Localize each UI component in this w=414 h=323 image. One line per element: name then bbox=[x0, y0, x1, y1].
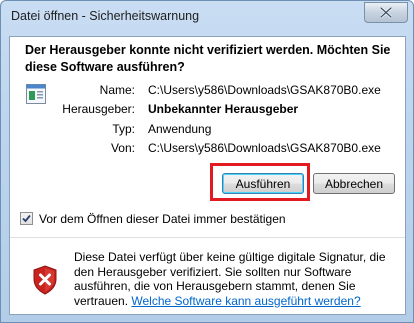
checkmark-icon bbox=[22, 214, 31, 223]
security-shield-warning-icon bbox=[33, 265, 57, 295]
security-warning-dialog: Datei öffnen - Sicherheitswarnung Der He… bbox=[0, 0, 414, 323]
from-label: Von: bbox=[110, 141, 135, 155]
name-value: C:\Users\y586\Downloads\GSAK870B0.exe bbox=[148, 83, 381, 97]
publisher-label: Herausgeber: bbox=[62, 102, 135, 116]
warning-heading: Der Herausgeber konnte nicht verifiziert… bbox=[25, 43, 391, 74]
which-software-link[interactable]: Welche Software kann ausgeführt werden? bbox=[131, 294, 360, 308]
warning-message: Diese Datei verfügt über keine gültige d… bbox=[74, 250, 396, 308]
from-value: C:\Users\y586\Downloads\GSAK870B0.exe bbox=[148, 141, 381, 155]
warning-panel: Diese Datei verfügt über keine gültige d… bbox=[10, 238, 405, 314]
name-label: Name: bbox=[99, 83, 135, 97]
close-button[interactable] bbox=[364, 2, 408, 23]
run-button[interactable]: Ausführen bbox=[222, 173, 304, 194]
dialog-content: Der Herausgeber konnte nicht verifiziert… bbox=[9, 36, 406, 315]
type-label: Typ: bbox=[112, 122, 135, 136]
title-bar[interactable]: Datei öffnen - Sicherheitswarnung bbox=[1, 1, 413, 37]
cancel-button[interactable]: Abbrechen bbox=[313, 173, 395, 194]
window-title: Datei öffnen - Sicherheitswarnung bbox=[11, 9, 200, 23]
close-icon bbox=[380, 7, 392, 18]
always-confirm-checkbox[interactable] bbox=[20, 212, 33, 225]
publisher-value: Unbekannter Herausgeber bbox=[148, 102, 299, 116]
always-confirm-label: Vor dem Öffnen dieser Datei immer bestät… bbox=[39, 212, 286, 226]
type-value: Anwendung bbox=[148, 122, 212, 136]
